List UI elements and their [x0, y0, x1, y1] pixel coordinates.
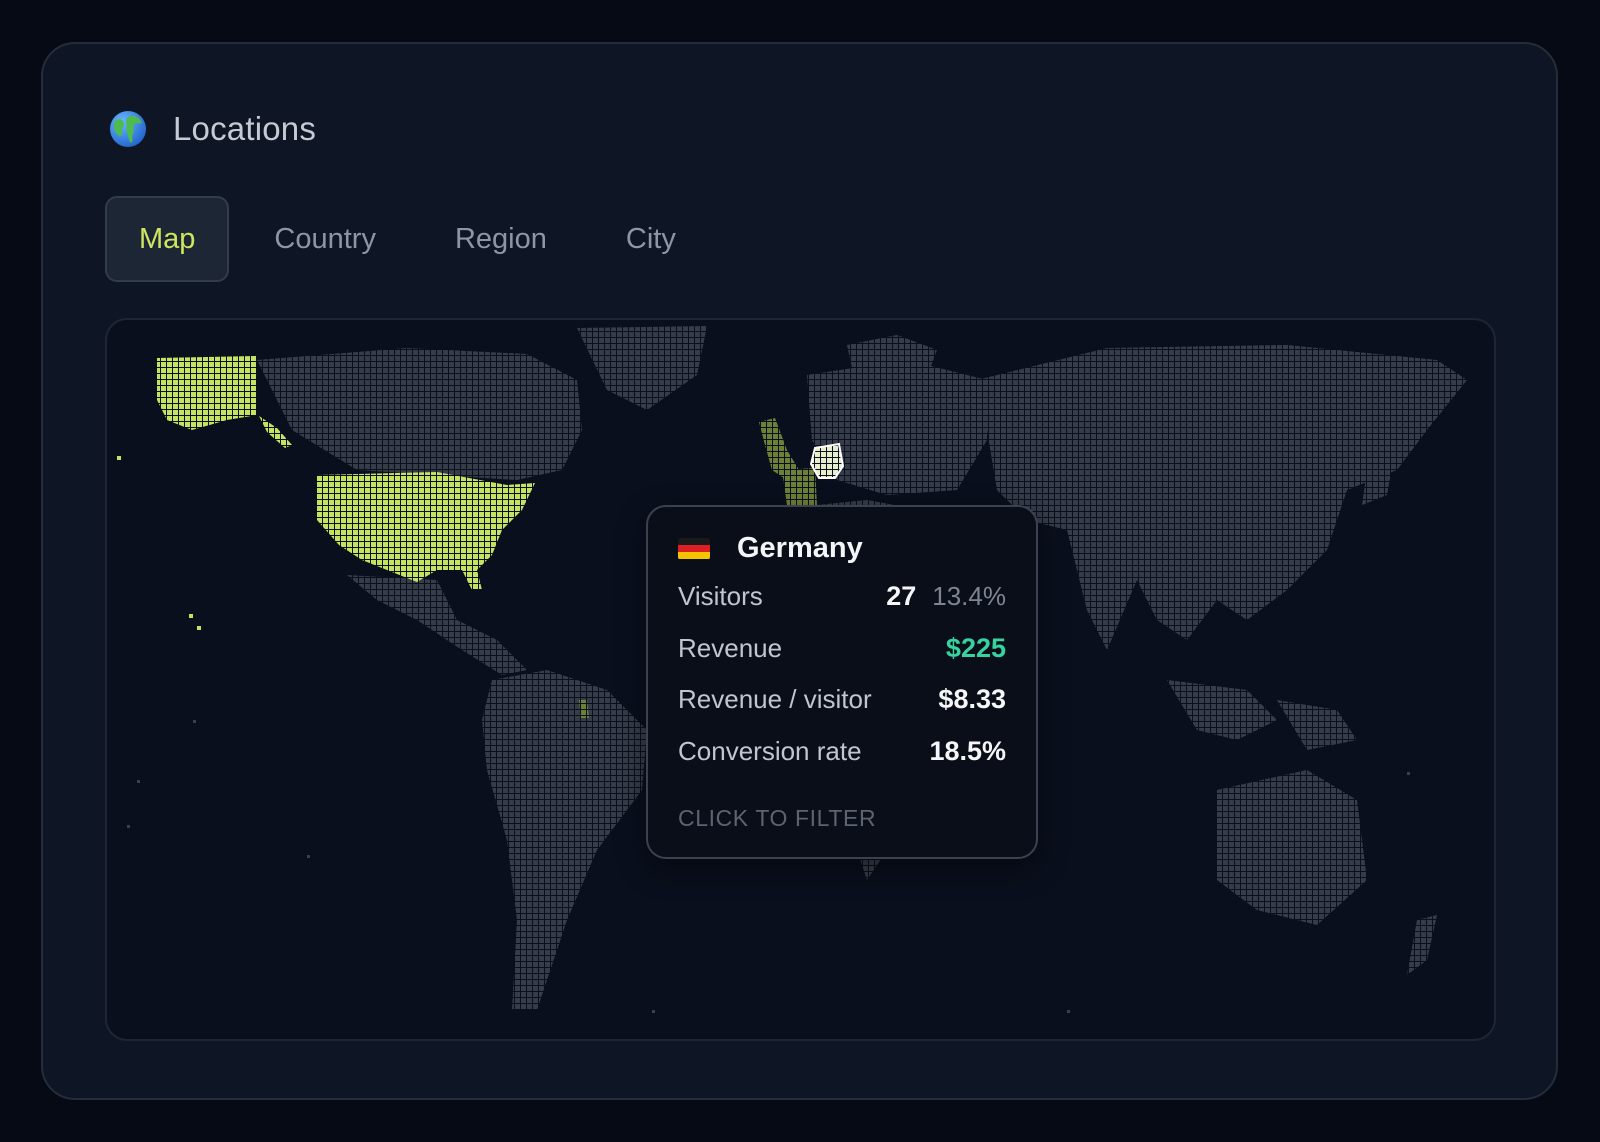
conversion-rate-row: Conversion rate 18.5%: [678, 736, 1006, 767]
country-united-states[interactable]: [317, 472, 535, 590]
revenue-per-visitor-value: $8.33: [938, 684, 1006, 714]
island-dots: [117, 456, 201, 630]
visitors-row: Visitors 27 13.4%: [678, 581, 1006, 612]
visitors-label: Visitors: [678, 581, 763, 611]
tab-map[interactable]: Map: [105, 196, 230, 282]
tab-region[interactable]: Region: [421, 196, 581, 282]
revenue-per-visitor-label: Revenue / visitor: [678, 684, 872, 714]
tooltip-country-name: Germany: [737, 532, 863, 564]
country-tooltip[interactable]: Germany Visitors 27 13.4% Revenue $225 Re…: [646, 505, 1038, 859]
revenue-value: $225: [945, 633, 1006, 663]
revenue-label: Revenue: [678, 633, 783, 663]
conversion-rate-value: 18.5%: [929, 736, 1006, 766]
revenue-per-visitor-row: Revenue / visitor $8.33: [678, 684, 1006, 715]
country-alaska[interactable]: [157, 356, 257, 430]
view-tabs: Map Country Region City: [105, 196, 721, 282]
visitors-percent: 13.4%: [932, 581, 1006, 611]
click-to-filter-link[interactable]: CLICK TO FILTER: [678, 805, 876, 832]
card-title: Locations: [173, 110, 317, 147]
germany-flag-icon: [678, 537, 710, 560]
country-germany[interactable]: [809, 442, 845, 479]
revenue-row: Revenue $225: [678, 633, 1006, 664]
card-header: Locations: [109, 110, 316, 148]
conversion-rate-label: Conversion rate: [678, 736, 862, 766]
country-portugal[interactable]: [782, 468, 817, 505]
tab-city[interactable]: City: [592, 196, 710, 282]
tooltip-header: Germany: [678, 532, 863, 565]
tab-country[interactable]: Country: [240, 196, 410, 282]
globe-icon: [110, 111, 146, 147]
visitors-value: 27: [886, 581, 917, 611]
